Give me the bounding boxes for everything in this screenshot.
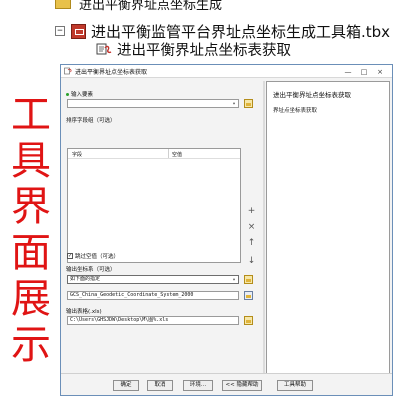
column-divider (168, 149, 169, 158)
hide-help-button[interactable]: << 隐藏帮助 (222, 380, 262, 391)
cancel-button[interactable]: 取消 (147, 380, 173, 391)
output-cs-field[interactable]: GCS_China_Geodetic_Coordinate_System_200… (67, 291, 239, 300)
browse-folder-icon[interactable] (244, 316, 253, 325)
chevron-down-icon[interactable]: ▾ (231, 277, 237, 283)
parameters-pane: 输入要素 ▾ 排序字段组（可选） 字段 空值 + × ↑ ↓ ✓ 跳过空值（可选… (62, 81, 262, 375)
side-caption: 工 具 界 面 展 示 (6, 92, 56, 368)
input-elements-dropdown[interactable]: ▾ (67, 99, 239, 108)
help-pane: 进出平衡界址点坐标表获取 界址点坐标表获取 (266, 81, 390, 375)
output-table-field[interactable]: C:\Users\GHSJDW\Desktop\M\图%.xls (67, 316, 239, 325)
side-caption-char: 展 (11, 276, 51, 322)
output-cs-mode-dropdown[interactable]: 如下面的指定 ▾ (67, 275, 239, 284)
required-dot-icon (66, 93, 69, 96)
side-caption-char: 界 (11, 184, 51, 230)
spatial-reference-icon[interactable] (244, 291, 253, 300)
move-down-button[interactable]: ↓ (246, 256, 257, 267)
dialog-button-bar: 确定 取消 环境... << 隐藏帮助 工具帮助 (61, 373, 392, 395)
browse-folder-icon[interactable] (244, 99, 253, 108)
script-tool-icon (96, 41, 112, 57)
table-header-field: 字段 (72, 152, 83, 158)
output-table-label: 输出表格(.xls) (66, 309, 102, 315)
add-row-button[interactable]: + (246, 206, 257, 217)
side-caption-char: 工 (11, 92, 51, 138)
help-title: 进出平衡界址点坐标表获取 (273, 91, 351, 99)
minimize-button[interactable]: — (340, 68, 356, 76)
skip-null-checkbox-row[interactable]: ✓ 跳过空值（可选） (67, 252, 119, 260)
environments-button[interactable]: 环境... (183, 380, 213, 391)
close-button[interactable]: × (372, 68, 388, 76)
tree-tool-item[interactable]: 进出平衡界址点坐标表获取 (96, 38, 291, 60)
sort-field-table[interactable]: 字段 空值 (67, 148, 241, 263)
table-header-null: 空值 (172, 152, 183, 158)
help-text: 界址点坐标表获取 (273, 108, 318, 114)
side-caption-char: 面 (11, 230, 51, 276)
tree-tool-label: 进出平衡界址点坐标表获取 (117, 42, 291, 59)
skip-null-label: 跳过空值（可选） (75, 254, 120, 260)
dialog-titlebar[interactable]: 进出平衡界址点坐标表获取 — □ × (61, 65, 392, 78)
dialog-title: 进出平衡界址点坐标表获取 (75, 68, 148, 76)
toolbox-icon (71, 23, 86, 39)
tree-parent-label: 进出平衡界址点坐标生成 (79, 0, 223, 13)
browse-folder-icon[interactable] (244, 275, 253, 284)
sort-field-label: 排序字段组（可选） (66, 118, 116, 124)
ok-button[interactable]: 确定 (113, 380, 139, 391)
tool-help-button[interactable]: 工具帮助 (277, 380, 313, 391)
chevron-down-icon[interactable]: ▾ (231, 101, 237, 107)
side-caption-char: 具 (11, 138, 51, 184)
move-up-button[interactable]: ↑ (246, 238, 257, 249)
remove-row-button[interactable]: × (246, 222, 257, 233)
side-caption-char: 示 (11, 322, 51, 368)
maximize-button[interactable]: □ (356, 68, 372, 76)
folder-icon (55, 0, 71, 9)
tree-parent-item[interactable]: 进出平衡界址点坐标生成 (55, 0, 223, 13)
tool-dialog: 进出平衡界址点坐标表获取 — □ × 输入要素 ▾ 排序字段组（可选） 字段 空… (60, 64, 393, 396)
collapse-icon[interactable]: − (55, 26, 65, 36)
script-tool-icon (64, 67, 72, 75)
skip-null-checkbox[interactable]: ✓ (67, 253, 73, 259)
pane-divider[interactable] (263, 81, 265, 375)
input-elements-label: 输入要素 (66, 90, 93, 98)
output-cs-label: 输出坐标系（可选） (66, 267, 116, 273)
header-divider (68, 158, 240, 159)
